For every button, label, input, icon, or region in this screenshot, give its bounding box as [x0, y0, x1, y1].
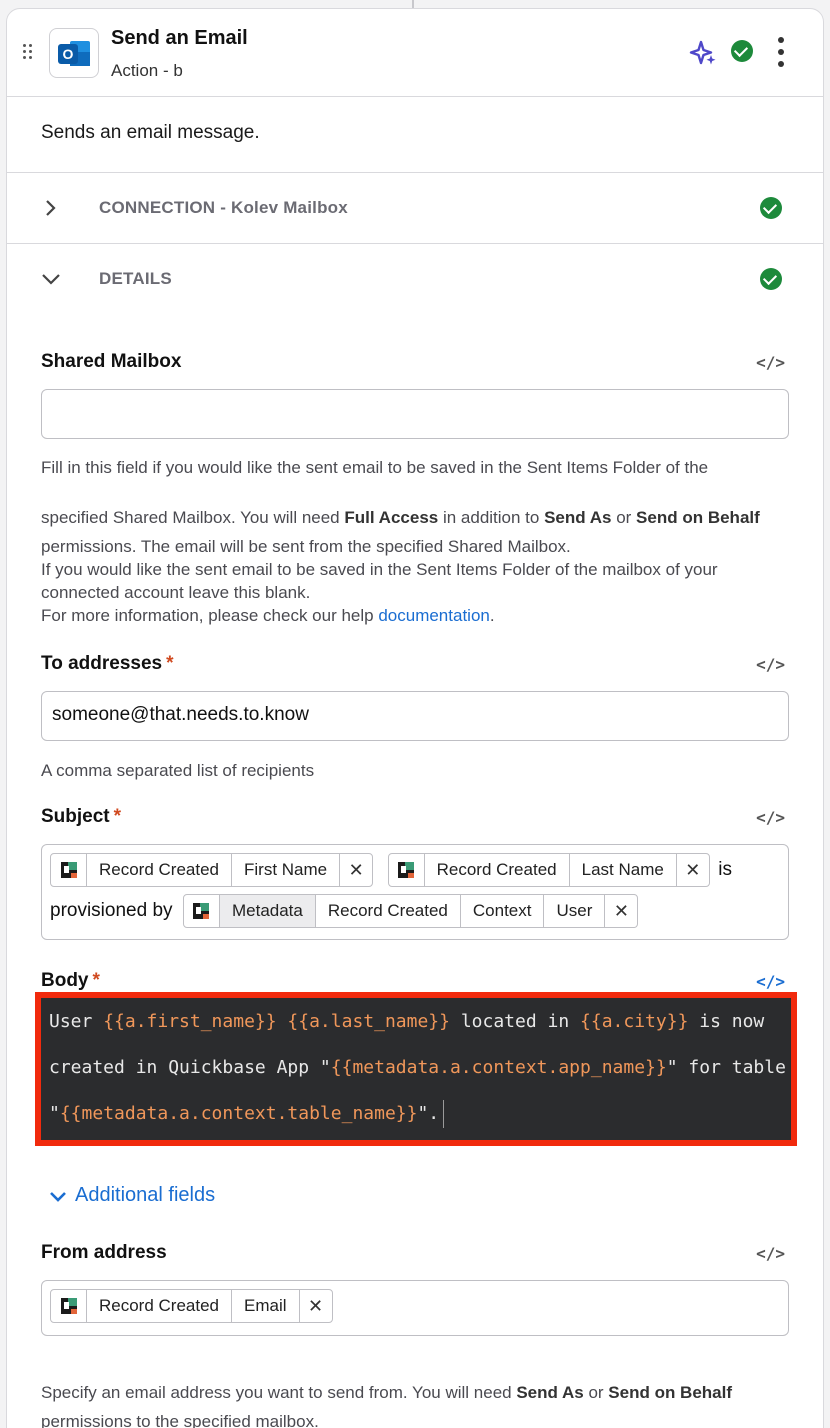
chevron-down-icon [42, 274, 60, 285]
to-addresses-label: To addresses * [41, 653, 174, 674]
shared-mailbox-field: Shared Mailbox </> Fill in this field if… [41, 351, 789, 627]
editor-line: created in Quickbase App "{{metadata.a.c… [49, 1057, 786, 1078]
shared-mailbox-help-4: If you would like the sent email to be s… [41, 560, 718, 579]
to-addresses-field: To addresses * </> someone@that.needs.to.… [41, 653, 789, 781]
connection-label: CONNECTION - Kolev Mailbox [99, 198, 348, 217]
more-vertical-icon[interactable] [777, 37, 785, 67]
code-toggle-icon[interactable]: </> [756, 972, 785, 991]
subject-token-metadata-user[interactable]: Metadata Record Created Context User ✕ [182, 894, 639, 928]
body-code-editor[interactable]: User {{a.first_name}} {{a.last_name}} lo… [35, 992, 797, 1146]
text-cursor [443, 1100, 445, 1128]
close-icon[interactable]: ✕ [300, 1290, 332, 1322]
code-toggle-icon[interactable]: </> [756, 353, 785, 372]
subject-input[interactable]: Record Created First Name ✕ Record Creat… [41, 844, 789, 940]
details-label: DETAILS [99, 269, 172, 288]
from-address-field: From address </> Record Created Email ✕ … [41, 1242, 789, 1428]
to-addresses-help: A comma separated list of recipients [41, 761, 315, 780]
close-icon[interactable]: ✕ [340, 854, 372, 886]
subject-token-first-name[interactable]: Record Created First Name ✕ [50, 853, 374, 887]
action-description: Sends an email message. [7, 97, 823, 173]
check-circle-icon [760, 197, 782, 219]
action-title: Send an Email [111, 27, 248, 49]
shared-mailbox-help-1: Fill in this field if you would like the… [41, 458, 709, 477]
additional-fields-toggle[interactable]: Additional fields [49, 1184, 215, 1207]
from-address-label: From address [41, 1242, 167, 1263]
editor-line: User {{a.first_name}} {{a.last_name}} lo… [49, 1011, 765, 1032]
shared-mailbox-help-3: permissions. The email will be sent from… [41, 537, 571, 556]
shared-mailbox-help-5: connected account leave this blank. [41, 583, 311, 602]
documentation-link[interactable]: documentation [378, 606, 490, 625]
action-card: O Send an Email Action - b Sends an emai… [6, 8, 824, 1428]
svg-text:O: O [63, 46, 74, 62]
from-token-email[interactable]: Record Created Email ✕ [50, 1289, 333, 1323]
code-toggle-icon[interactable]: </> [756, 655, 785, 674]
shared-mailbox-label: Shared Mailbox [41, 351, 182, 372]
from-address-help: Specify an email address you want to sen… [41, 1383, 733, 1428]
subject-token-last-name[interactable]: Record Created Last Name ✕ [387, 853, 710, 887]
code-toggle-icon[interactable]: </> [756, 1244, 785, 1263]
subject-field: Subject * </> Record Created First Name ✕… [41, 806, 789, 940]
check-circle-icon [760, 268, 782, 290]
quickbase-icon [51, 1290, 87, 1322]
connector-line [412, 0, 414, 8]
quickbase-icon [389, 854, 425, 886]
check-circle-icon [731, 40, 753, 62]
quickbase-icon [184, 895, 220, 927]
details-section[interactable]: DETAILS [7, 244, 823, 315]
connection-section[interactable]: CONNECTION - Kolev Mailbox [7, 173, 823, 244]
subject-label: Subject * [41, 806, 122, 827]
close-icon[interactable]: ✕ [677, 854, 709, 886]
from-address-input[interactable]: Record Created Email ✕ [41, 1280, 789, 1336]
ai-sparkle-icon[interactable] [689, 39, 717, 67]
editor-line: "{{metadata.a.context.table_name}}". [49, 1100, 791, 1146]
quickbase-icon [51, 854, 87, 886]
subject-text: is [718, 859, 732, 880]
card-header: O Send an Email Action - b [7, 9, 823, 97]
to-addresses-input[interactable]: someone@that.needs.to.know [41, 691, 789, 741]
chevron-down-icon [50, 1191, 66, 1202]
shared-mailbox-help-2: specified Shared Mailbox. You will need … [41, 508, 760, 527]
shared-mailbox-input[interactable] [41, 389, 789, 439]
code-toggle-icon[interactable]: </> [756, 808, 785, 827]
chevron-right-icon [46, 200, 56, 216]
shared-mailbox-help-6: For more information, please check our h… [41, 606, 495, 625]
close-icon[interactable]: ✕ [605, 895, 637, 927]
drag-handle-icon[interactable] [23, 44, 35, 60]
action-subtitle: Action - b [111, 61, 183, 80]
outlook-icon: O [49, 28, 99, 78]
subject-text: provisioned by [50, 900, 173, 921]
